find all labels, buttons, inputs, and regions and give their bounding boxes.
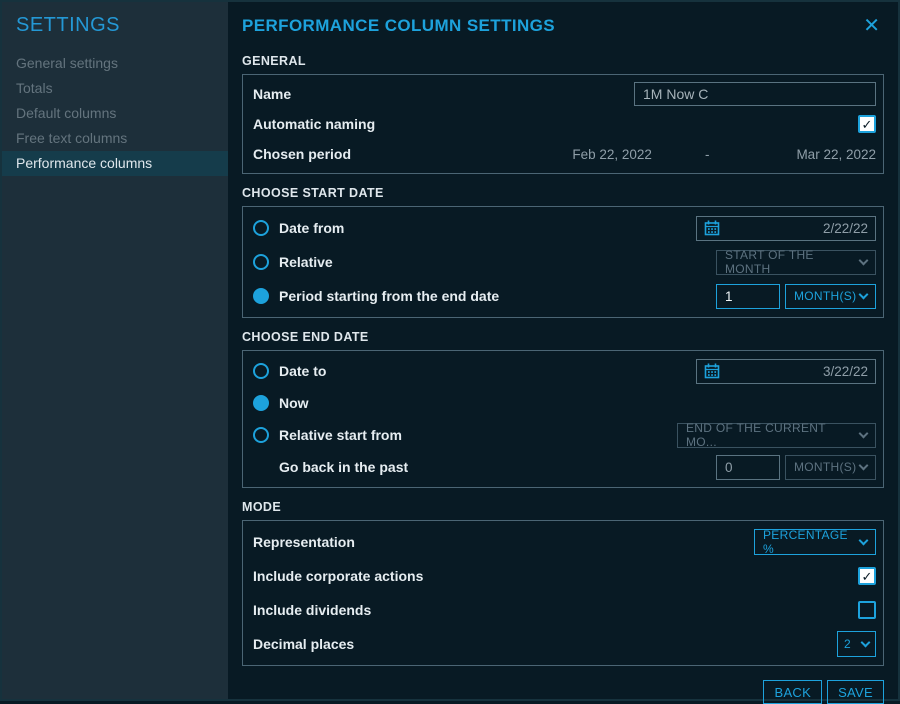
chevron-down-icon bbox=[859, 535, 869, 545]
settings-window: SETTINGS General settings Totals Default… bbox=[0, 0, 900, 701]
now-row: Now bbox=[253, 387, 876, 419]
relative-start-from-dropdown[interactable]: END OF THE CURRENT MO... bbox=[677, 423, 876, 448]
section-start-date-title: CHOOSE START DATE bbox=[242, 186, 884, 200]
back-button[interactable]: BACK bbox=[763, 680, 822, 704]
section-start-date-box: Date from 2/22/2 bbox=[242, 206, 884, 318]
period-from-end-label: Period starting from the end date bbox=[279, 288, 499, 304]
go-back-unit-dropdown[interactable]: MONTH(S) bbox=[785, 455, 876, 480]
date-from-radio[interactable] bbox=[253, 220, 269, 236]
date-to-label: Date to bbox=[279, 363, 326, 379]
now-radio[interactable] bbox=[253, 395, 269, 411]
section-end-date: CHOOSE END DATE Date to bbox=[242, 330, 884, 488]
period-from-end-row: Period starting from the end date MONTH(… bbox=[253, 279, 876, 313]
section-general-title: GENERAL bbox=[242, 54, 884, 68]
representation-dropdown[interactable]: PERCENTAGE % bbox=[754, 529, 876, 555]
calendar-icon bbox=[704, 220, 720, 236]
date-from-input[interactable]: 2/22/22 bbox=[696, 216, 876, 241]
decimal-places-row: Decimal places 2 bbox=[253, 627, 876, 661]
date-to-radio[interactable] bbox=[253, 363, 269, 379]
chevron-down-icon bbox=[859, 255, 869, 265]
go-back-unit-value: MONTH(S) bbox=[794, 460, 856, 474]
chevron-down-icon bbox=[861, 637, 871, 647]
now-label: Now bbox=[279, 395, 309, 411]
decimal-places-label: Decimal places bbox=[253, 636, 354, 652]
sidebar: SETTINGS General settings Totals Default… bbox=[2, 2, 228, 699]
section-general-box: Name Automatic naming Chosen period Feb … bbox=[242, 74, 884, 174]
page-title: PERFORMANCE COLUMN SETTINGS bbox=[242, 16, 555, 36]
go-back-row: Go back in the past MONTH(S) bbox=[253, 451, 876, 483]
go-back-label: Go back in the past bbox=[279, 459, 408, 475]
automatic-naming-row: Automatic naming bbox=[253, 109, 876, 139]
relative-dropdown-value: START OF THE MONTH bbox=[725, 248, 860, 276]
relative-start-from-radio[interactable] bbox=[253, 427, 269, 443]
section-end-date-title: CHOOSE END DATE bbox=[242, 330, 884, 344]
name-row: Name bbox=[253, 79, 876, 109]
section-start-date: CHOOSE START DATE Date from bbox=[242, 186, 884, 318]
section-general: GENERAL Name Automatic naming Chosen per… bbox=[242, 54, 884, 174]
relative-label: Relative bbox=[279, 254, 333, 270]
period-unit-value: MONTH(S) bbox=[794, 289, 856, 303]
date-to-value: 3/22/22 bbox=[823, 364, 868, 379]
chosen-period-row: Chosen period Feb 22, 2022 - Mar 22, 202… bbox=[253, 139, 876, 169]
section-end-date-box: Date to 3/22/22 bbox=[242, 350, 884, 488]
date-from-value: 2/22/22 bbox=[823, 221, 868, 236]
automatic-naming-label: Automatic naming bbox=[253, 116, 375, 132]
chevron-down-icon bbox=[859, 460, 869, 470]
sidebar-item-general-settings[interactable]: General settings bbox=[2, 51, 228, 76]
include-dividends-row: Include dividends bbox=[253, 593, 876, 627]
date-to-row: Date to 3/22/22 bbox=[253, 355, 876, 387]
date-from-label: Date from bbox=[279, 220, 344, 236]
include-dividends-label: Include dividends bbox=[253, 602, 371, 618]
sidebar-title: SETTINGS bbox=[2, 2, 228, 51]
go-back-count-input[interactable] bbox=[716, 455, 780, 480]
period-start-date: Feb 22, 2022 bbox=[572, 147, 652, 162]
footer-actions: BACK SAVE bbox=[242, 680, 884, 704]
decimal-places-value: 2 bbox=[844, 637, 851, 651]
sidebar-item-totals[interactable]: Totals bbox=[2, 76, 228, 101]
section-mode-title: MODE bbox=[242, 500, 884, 514]
representation-label: Representation bbox=[253, 534, 355, 550]
period-unit-dropdown[interactable]: MONTH(S) bbox=[785, 284, 876, 309]
sidebar-item-performance-columns[interactable]: Performance columns bbox=[2, 151, 228, 176]
period-separator: - bbox=[705, 147, 710, 162]
relative-start-from-label: Relative start from bbox=[279, 427, 402, 443]
performance-column-settings-panel: PERFORMANCE COLUMN SETTINGS ✕ GENERAL Na… bbox=[228, 2, 898, 699]
automatic-naming-checkbox[interactable] bbox=[858, 115, 876, 133]
name-label: Name bbox=[253, 86, 291, 102]
representation-value: PERCENTAGE % bbox=[763, 528, 860, 556]
chevron-down-icon bbox=[859, 428, 869, 438]
chosen-period-label: Chosen period bbox=[253, 146, 351, 162]
sidebar-item-default-columns[interactable]: Default columns bbox=[2, 101, 228, 126]
representation-row: Representation PERCENTAGE % bbox=[253, 525, 876, 559]
period-count-input[interactable] bbox=[716, 284, 780, 309]
save-button[interactable]: SAVE bbox=[827, 680, 884, 704]
relative-start-from-row: Relative start from END OF THE CURRENT M… bbox=[253, 419, 876, 451]
close-icon[interactable]: ✕ bbox=[859, 16, 884, 36]
include-dividends-checkbox[interactable] bbox=[858, 601, 876, 619]
period-end-date: Mar 22, 2022 bbox=[796, 147, 876, 162]
include-corporate-actions-checkbox[interactable] bbox=[858, 567, 876, 585]
section-mode: MODE Representation PERCENTAGE % Include… bbox=[242, 500, 884, 666]
calendar-icon bbox=[704, 363, 720, 379]
sidebar-item-free-text-columns[interactable]: Free text columns bbox=[2, 126, 228, 151]
date-to-input[interactable]: 3/22/22 bbox=[696, 359, 876, 384]
relative-row: Relative START OF THE MONTH bbox=[253, 245, 876, 279]
relative-dropdown[interactable]: START OF THE MONTH bbox=[716, 250, 876, 275]
period-from-end-radio[interactable] bbox=[253, 288, 269, 304]
relative-start-from-value: END OF THE CURRENT MO... bbox=[686, 421, 860, 449]
section-mode-box: Representation PERCENTAGE % Include corp… bbox=[242, 520, 884, 666]
panel-header: PERFORMANCE COLUMN SETTINGS ✕ bbox=[242, 16, 884, 42]
include-corporate-actions-label: Include corporate actions bbox=[253, 568, 423, 584]
decimal-places-dropdown[interactable]: 2 bbox=[837, 631, 876, 657]
chevron-down-icon bbox=[859, 289, 869, 299]
chosen-period-values: Feb 22, 2022 - Mar 22, 2022 bbox=[572, 147, 876, 162]
name-input[interactable] bbox=[634, 82, 876, 106]
relative-radio[interactable] bbox=[253, 254, 269, 270]
date-from-row: Date from 2/22/2 bbox=[253, 211, 876, 245]
include-corporate-actions-row: Include corporate actions bbox=[253, 559, 876, 593]
